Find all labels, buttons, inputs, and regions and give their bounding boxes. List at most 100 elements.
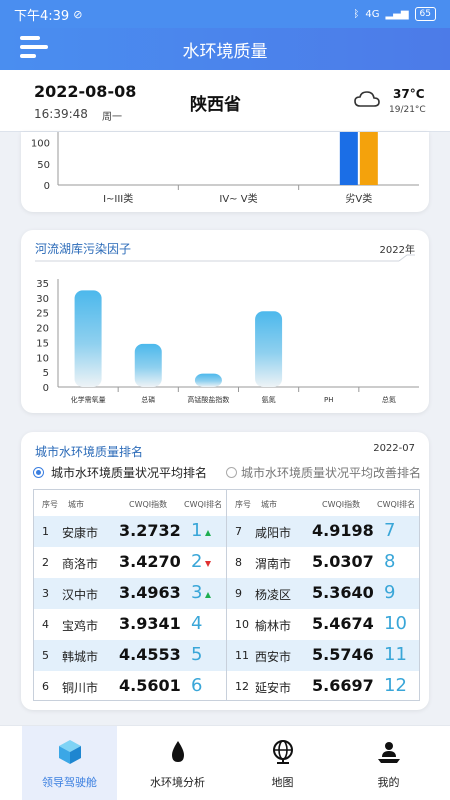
person-icon (377, 742, 400, 763)
row-index: 3 (42, 587, 49, 600)
tab-dashboard-label: 领导驾驶舱 (42, 776, 97, 789)
row-index: 12 (235, 680, 249, 693)
table-row[interactable]: 11 西安市 5.5746 11 (227, 640, 419, 671)
row-index: 5 (42, 649, 49, 662)
y-tick-label: 100 (31, 139, 50, 150)
y-tick-label: 30 (36, 294, 49, 305)
row-cwqi-value: 5.6697 (312, 676, 374, 695)
water-class-chart: 0 50 100 I~III类 IV~ V类 劣V类 (31, 132, 419, 205)
table-row[interactable]: 9 杨凌区 5.3640 9 (227, 578, 419, 609)
row-cwqi-value: 3.2732 (119, 521, 181, 540)
app-header: 水环境质量 (0, 28, 450, 70)
pollution-bar[interactable] (134, 343, 162, 387)
row-cwqi-value: 4.4553 (119, 645, 181, 664)
col-header-city: 城市 (261, 500, 277, 509)
row-cwqi-value: 5.0307 (312, 552, 374, 571)
row-cwqi-rank: 9 (384, 582, 396, 603)
mute-icon: ⊘ (73, 7, 83, 21)
globe-icon (272, 740, 293, 764)
tab-water-analysis[interactable]: 水环境分析 (130, 726, 225, 800)
col-header-city: 城市 (68, 500, 84, 509)
page-title: 水环境质量 (182, 41, 268, 62)
x-tick-label: 总氮 (382, 395, 396, 404)
row-city: 安康市 (62, 526, 99, 540)
x-tick-label: IV~ V类 (219, 192, 257, 205)
tab-dashboard[interactable]: 领导驾驶舱 (22, 726, 117, 800)
row-city: 杨凌区 (255, 588, 292, 602)
row-cwqi-value: 5.4674 (312, 614, 374, 633)
temperature: 37°C (393, 87, 425, 101)
row-city: 商洛市 (62, 557, 99, 571)
col-header-rank: CWQI排名 (184, 500, 223, 509)
table-row[interactable]: 6 铜川市 4.5601 6 (34, 671, 226, 702)
row-cwqi-value: 3.4963 (119, 583, 181, 602)
bar-blue[interactable] (339, 132, 358, 185)
x-tick-label: PH (324, 396, 334, 404)
info-bar: 2022-08-08 16:39:48 周一 陕西省 37°C 19/21°C (0, 70, 450, 132)
water-class-chart-card: 0 50 100 I~III类 IV~ V类 劣V类 (21, 132, 429, 212)
row-city: 渭南市 (255, 557, 292, 571)
row-index: 4 (42, 618, 49, 631)
row-index: 9 (235, 587, 242, 600)
row-cwqi-rank: 6 (191, 675, 203, 696)
x-tick-label: 高锰酸盐指数 (187, 395, 229, 404)
tab-map-label: 地图 (271, 776, 294, 789)
col-header-cwqi: CWQI指数 (129, 500, 168, 509)
tab-map[interactable]: 地图 (235, 726, 330, 800)
table-row[interactable]: 7 咸阳市 4.9198 7 (227, 516, 419, 547)
x-tick-label: 总磷 (141, 395, 155, 404)
pollution-bar[interactable] (74, 290, 102, 387)
x-tick-label: 化学需氧量 (71, 395, 106, 404)
menu-icon[interactable] (20, 34, 50, 62)
table-row[interactable]: 2 商洛市 3.4270 2 (34, 547, 226, 578)
pollution-bar[interactable] (255, 311, 283, 387)
table-row[interactable]: 10 榆林市 5.4674 10 (227, 609, 419, 640)
x-tick-label: I~III类 (103, 192, 133, 205)
ranking-year[interactable]: 2022-07 (373, 443, 415, 454)
radio-average-rank-label[interactable]: 城市水环境质量状况平均排名 (51, 464, 207, 481)
bottom-tab-bar: 领导驾驶舱 水环境分析 地图 我的 (0, 725, 450, 800)
row-cwqi-value: 3.9341 (119, 614, 181, 633)
bluetooth-icon: ᛒ (353, 8, 360, 20)
cloud-icon (354, 91, 380, 107)
y-tick-label: 0 (44, 181, 50, 192)
row-index: 10 (235, 618, 249, 631)
tab-water-analysis-label: 水环境分析 (150, 776, 205, 789)
row-city: 咸阳市 (255, 526, 292, 540)
row-cwqi-value: 4.9198 (312, 521, 374, 540)
col-header-index: 序号 (235, 500, 251, 509)
signal-icon: ▂▄▆ (385, 8, 409, 20)
row-cwqi-rank: 2 (191, 551, 203, 572)
table-row[interactable]: 1 安康市 3.2732 1 (34, 516, 226, 547)
tab-mine-label: 我的 (377, 776, 400, 789)
row-index: 6 (42, 680, 49, 693)
radio-average-rank[interactable] (33, 467, 44, 478)
cube-icon (58, 740, 81, 764)
table-row[interactable]: 3 汉中市 3.4963 3 (34, 578, 226, 609)
row-cwqi-rank: 11 (384, 644, 407, 665)
row-cwqi-rank: 8 (384, 551, 396, 572)
row-city: 延安市 (255, 681, 292, 695)
row-index: 8 (235, 556, 242, 569)
row-index: 2 (42, 556, 49, 569)
row-cwqi-value: 5.5746 (312, 645, 374, 664)
y-tick-label: 25 (36, 309, 49, 320)
table-row[interactable]: 12 延安市 5.6697 12 (227, 671, 419, 702)
row-cwqi-value: 4.5601 (119, 676, 181, 695)
row-cwqi-rank: 1 (191, 520, 203, 541)
y-tick-label: 0 (43, 383, 49, 394)
table-header: 序号 城市 CWQI指数 CWQI排名 (227, 490, 419, 516)
table-row[interactable]: 4 宝鸡市 3.9341 4 (34, 609, 226, 640)
radio-improvement-rank-label[interactable]: 城市水环境质量状况平均改善排名 (241, 464, 421, 481)
bar-orange[interactable] (359, 132, 378, 185)
city-ranking-card: 城市水环境质量排名 2022-07 城市水环境质量状况平均排名 城市水环境质量状… (21, 432, 429, 710)
ranking-title: 城市水环境质量排名 (35, 445, 144, 459)
row-city: 汉中市 (62, 588, 99, 602)
pollution-bar[interactable] (194, 373, 222, 387)
tab-mine[interactable]: 我的 (341, 726, 436, 800)
row-cwqi-rank: 10 (384, 613, 407, 634)
table-row[interactable]: 8 渭南市 5.0307 8 (227, 547, 419, 578)
table-row[interactable]: 5 韩城市 4.4553 5 (34, 640, 226, 671)
radio-improvement-rank[interactable] (226, 467, 237, 478)
province-name[interactable]: 陕西省 (190, 90, 241, 115)
